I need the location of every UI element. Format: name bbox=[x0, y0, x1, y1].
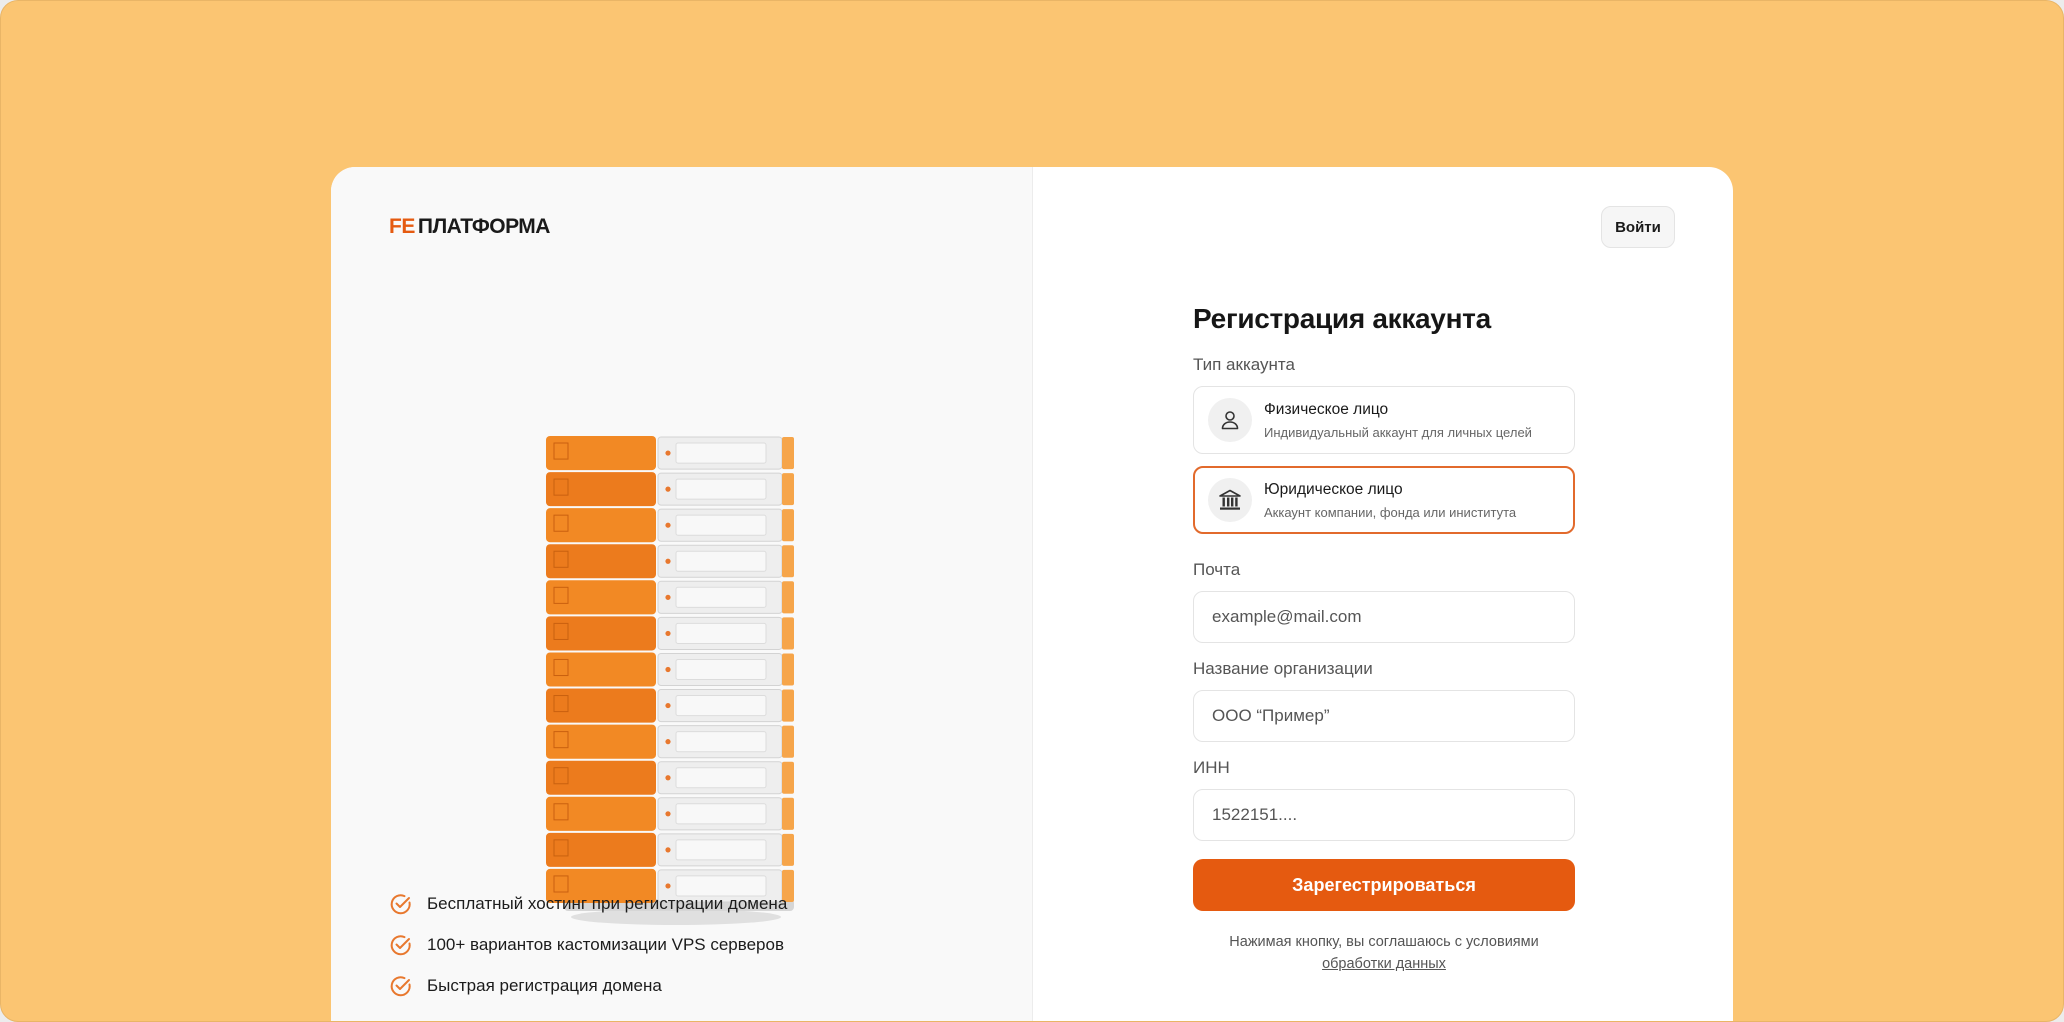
promo-panel: FE ПЛАТФОРМА Бесплатный хостинг при реги… bbox=[331, 167, 1033, 1021]
inn-field[interactable]: 1522151.... bbox=[1193, 789, 1575, 841]
form-panel: Войти Регистрация аккаунта Тип аккаунта … bbox=[1033, 167, 1733, 1021]
data-processing-link[interactable]: обработки данных bbox=[1322, 956, 1446, 972]
server-rack-illustration bbox=[546, 327, 806, 927]
check-circle-icon bbox=[390, 975, 411, 996]
login-button[interactable]: Войти bbox=[1601, 206, 1675, 248]
account-type-legal-entity[interactable]: Юридическое лицо Аккаунт компании, фонда… bbox=[1193, 466, 1575, 534]
organization-label: Название организации bbox=[1193, 659, 1373, 678]
feature-list: Бесплатный хостинг при регистрации домен… bbox=[389, 883, 787, 1006]
account-type-individual[interactable]: Физическое лицо Индивидуальный аккаунт д… bbox=[1193, 386, 1575, 454]
server-rack-graphic bbox=[546, 436, 794, 925]
check-circle-icon bbox=[390, 893, 411, 914]
registration-form: Регистрация аккаунта Тип аккаунта Физиче… bbox=[1193, 303, 1575, 975]
bank-icon bbox=[1208, 478, 1252, 522]
inn-label: ИНН bbox=[1193, 758, 1230, 777]
feature-label: Быстрая регистрация домена bbox=[427, 975, 662, 995]
email-field[interactable]: example@mail.com bbox=[1193, 591, 1575, 643]
form-title: Регистрация аккаунта bbox=[1193, 303, 1491, 334]
email-label: Почта bbox=[1193, 560, 1241, 579]
consent-text: Нажимая кнопку, вы соглашаюсь с условиям… bbox=[1193, 931, 1575, 975]
register-button[interactable]: Зарегестрироваться bbox=[1193, 859, 1575, 911]
consent-label: Нажимая кнопку, вы соглашаюсь с условиям… bbox=[1229, 934, 1539, 950]
feature-label: 100+ вариантов кастомизации VPS серверов bbox=[427, 934, 784, 954]
account-type-label: Тип аккаунта bbox=[1193, 355, 1295, 374]
account-type-description: Аккаунт компании, фонда или иниститута bbox=[1264, 504, 1517, 520]
feature-item: Бесплатный хостинг при регистрации домен… bbox=[389, 883, 787, 924]
page-background: FE ПЛАТФОРМА Бесплатный хостинг при реги… bbox=[0, 0, 2064, 1022]
brand-name: ПЛАТФОРМА bbox=[417, 215, 551, 238]
account-type-title: Юридическое лицо bbox=[1264, 480, 1403, 498]
organization-field[interactable]: ООО “Пример” bbox=[1193, 690, 1575, 742]
registration-card: FE ПЛАТФОРМА Бесплатный хостинг при реги… bbox=[331, 167, 1733, 1021]
feature-item: Быстрая регистрация домена bbox=[389, 965, 787, 1006]
account-type-description: Индивидуальный аккаунт для личных целей bbox=[1264, 424, 1532, 440]
brand-mark: FE bbox=[389, 215, 415, 238]
brand-logo[interactable]: FE ПЛАТФОРМА bbox=[389, 215, 550, 239]
feature-label: Бесплатный хостинг при регистрации домен… bbox=[427, 893, 788, 913]
account-type-title: Физическое лицо bbox=[1264, 400, 1389, 418]
user-icon bbox=[1208, 398, 1252, 442]
check-circle-icon bbox=[390, 934, 411, 955]
feature-item: 100+ вариантов кастомизации VPS серверов bbox=[389, 924, 787, 965]
